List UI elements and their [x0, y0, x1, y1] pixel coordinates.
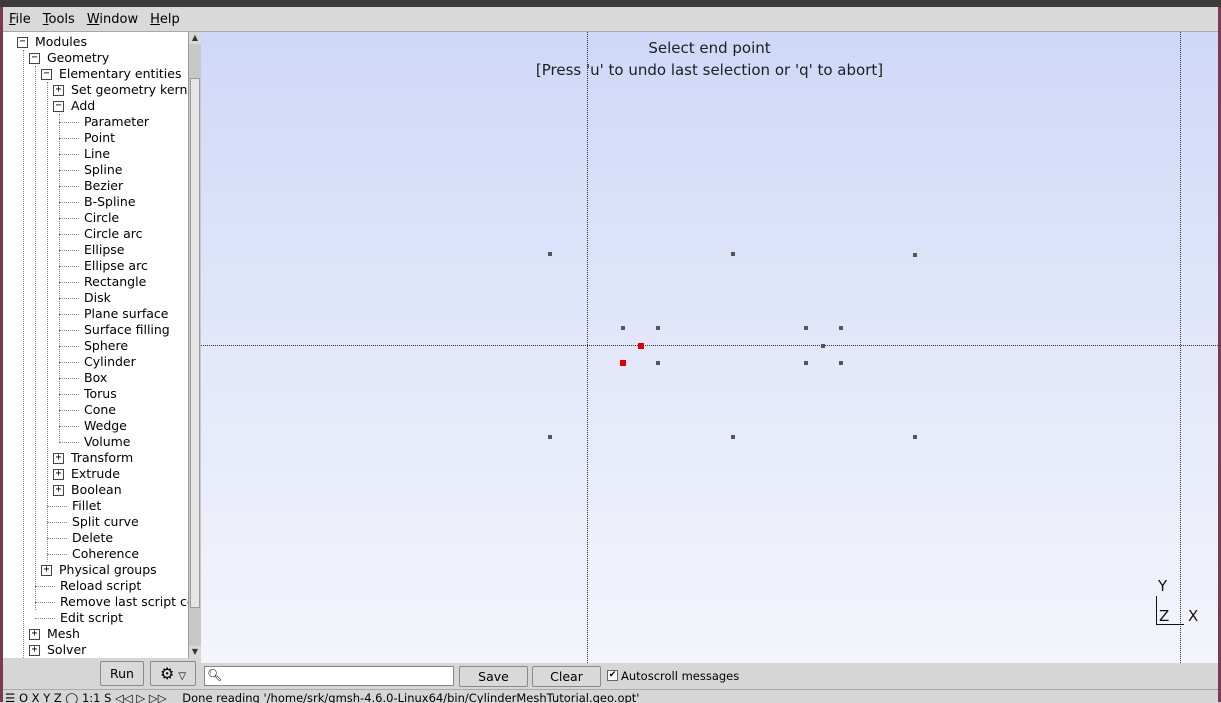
geometry-point[interactable]	[804, 361, 808, 365]
search-field[interactable]: 🔍︎	[204, 666, 454, 686]
axis-z-label: Z	[1159, 607, 1170, 625]
selected-point[interactable]	[638, 343, 644, 349]
chevron-down-icon: ▽	[178, 671, 187, 682]
clear-button[interactable]: Clear	[532, 666, 601, 687]
scrollbar-thumb[interactable]	[190, 78, 200, 608]
view-shortcuts[interactable]: ☰ O X Y Z ◯ 1:1 S ◁◁ ▷ ▷▷	[5, 691, 167, 703]
axis-y-label: Y	[1158, 577, 1168, 595]
expand-icon[interactable]: +	[53, 85, 64, 96]
boundary-line-vertical	[1180, 32, 1181, 663]
expand-icon[interactable]: +	[53, 453, 64, 464]
axis-x-label: X	[1188, 607, 1199, 625]
geometry-point[interactable]	[731, 435, 735, 439]
geometry-point[interactable]	[548, 435, 552, 439]
search-input[interactable]	[221, 668, 449, 684]
expand-icon[interactable]: +	[29, 629, 40, 640]
menu-bar: File Tools Window Help	[3, 7, 1218, 32]
scroll-up-icon[interactable]: ▲	[189, 32, 201, 44]
expand-icon[interactable]: +	[41, 565, 52, 576]
expand-icon[interactable]: +	[53, 485, 64, 496]
status-message: Done reading '/home/srk/gmsh-4.6.0-Linux…	[182, 691, 640, 703]
prompt-title: Select end point	[648, 39, 771, 57]
run-button[interactable]: Run	[100, 661, 144, 686]
search-icon: 🔍︎	[207, 668, 223, 682]
expand-icon[interactable]: +	[29, 645, 40, 656]
menu-help[interactable]: Help	[144, 12, 186, 27]
tree-guide	[47, 82, 48, 562]
gear-icon: ⚙	[159, 664, 175, 683]
geometry-point[interactable]	[621, 326, 625, 330]
collapse-icon[interactable]: −	[29, 53, 40, 64]
scroll-down-icon[interactable]: ▼	[189, 646, 201, 658]
menu-file[interactable]: File	[3, 12, 37, 27]
collapse-icon[interactable]: −	[41, 69, 52, 80]
tree-guide	[23, 50, 24, 658]
geometry-point[interactable]	[913, 435, 917, 439]
geometry-point[interactable]	[804, 326, 808, 330]
message-toolbar: 🔍︎ Save Clear ✔ Autoscroll messages	[201, 663, 1218, 689]
menu-window[interactable]: Window	[81, 12, 144, 27]
axis-line-vertical	[587, 32, 588, 663]
axis-y-line	[1156, 596, 1157, 624]
window-title-strip	[0, 0, 1221, 7]
expand-icon[interactable]: +	[53, 469, 64, 480]
autoscroll-checkbox[interactable]: ✔	[607, 670, 618, 681]
save-button[interactable]: Save	[459, 666, 528, 687]
geometry-point[interactable]	[839, 361, 843, 365]
axis-line-horizontal	[201, 345, 1218, 346]
geometry-point[interactable]	[821, 344, 825, 348]
module-tree: − Modules − Geometry − Elementary entities …	[3, 32, 188, 658]
options-button[interactable]: ⚙ ▽	[150, 661, 196, 686]
geometry-point[interactable]	[913, 253, 917, 257]
autoscroll-label: Autoscroll messages	[621, 669, 740, 683]
status-bar: ☰ O X Y Z ◯ 1:1 S ◁◁ ▷ ▷▷ Done reading '…	[3, 689, 1218, 703]
menu-tools[interactable]: Tools	[37, 12, 81, 27]
collapse-icon[interactable]: −	[17, 37, 28, 48]
geometry-point[interactable]	[656, 361, 660, 365]
selected-point[interactable]	[620, 360, 626, 366]
tree-scrollbar[interactable]: ▲ ▼	[188, 32, 201, 658]
collapse-icon[interactable]: −	[53, 101, 64, 112]
tree-guide	[35, 66, 36, 610]
geometry-point[interactable]	[656, 326, 660, 330]
graphics-viewport[interactable]: Select end point [Press 'u' to undo last…	[201, 32, 1218, 663]
geometry-point[interactable]	[731, 252, 735, 256]
geometry-point[interactable]	[548, 252, 552, 256]
tree-guide	[59, 114, 60, 442]
prompt-hint: [Press 'u' to undo last selection or 'q'…	[535, 61, 884, 79]
geometry-point[interactable]	[839, 326, 843, 330]
